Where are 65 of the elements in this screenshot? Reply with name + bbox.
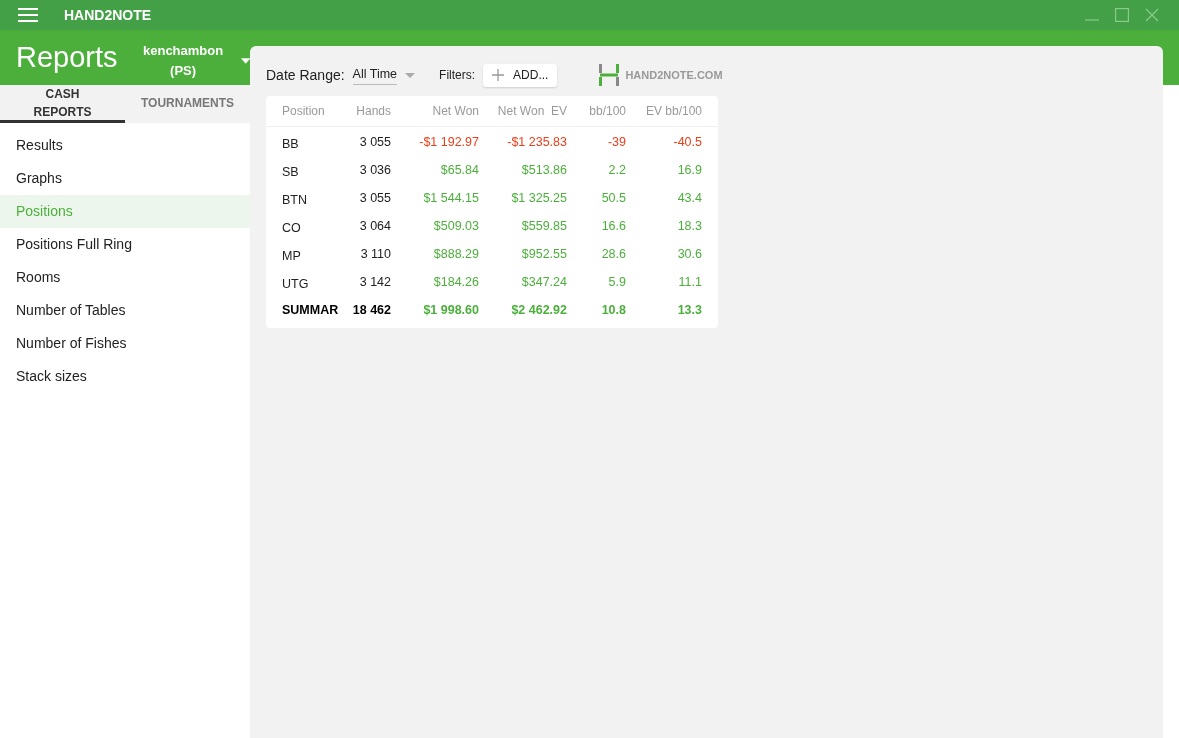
- table-cell-text: -39: [606, 133, 626, 151]
- sidebar-item[interactable]: Number of Tables: [0, 294, 250, 327]
- sidebar-item[interactable]: Results: [0, 129, 250, 162]
- table-cell-text: 18 462: [351, 301, 391, 319]
- table-cell-text: $888.29: [432, 245, 479, 263]
- table-cell-text: 43.4: [676, 189, 702, 207]
- table-cell-text: $1 998.60: [422, 301, 479, 319]
- table-cell-text: $513.86: [520, 161, 567, 179]
- maximize-icon[interactable]: [1115, 8, 1129, 22]
- table-cell-text: 2.2: [607, 161, 626, 179]
- table-cell-text: $347.24: [520, 273, 567, 291]
- caret-icon: [405, 72, 416, 78]
- table-cell-text: 3 064: [358, 217, 391, 235]
- table-cell-text: SB: [281, 163, 300, 181]
- tab[interactable]: CASH REPORTS: [0, 85, 125, 123]
- table-cell-text: UTG: [281, 275, 310, 293]
- table-cell-text: $65.84: [439, 161, 479, 179]
- filters-label: Filters:: [439, 67, 476, 84]
- table-cell-text: -$1 192.97: [418, 133, 479, 151]
- menu-icon[interactable]: [18, 8, 38, 22]
- table-cell-text: 3 110: [359, 245, 391, 263]
- date-range-dropdown[interactable]: All Time: [352, 65, 416, 85]
- table-cell-text: 13.3: [676, 301, 702, 319]
- table-cell-text: 3 142: [358, 273, 391, 291]
- table-cell-text: -40.5: [672, 133, 702, 151]
- table-cell-text: $2 462.92: [510, 301, 567, 319]
- table-cell-text: 16.9: [676, 161, 702, 179]
- table-cell-text: 3 055: [358, 133, 391, 151]
- table-cell-text: $559.85: [520, 217, 567, 235]
- add-filter-button[interactable]: ADD...: [483, 63, 558, 87]
- table-cell-text: BB: [281, 135, 300, 153]
- logo-text: HAND2NOTE.COM: [625, 67, 723, 83]
- sidebar-item[interactable]: Stack sizes: [0, 360, 250, 393]
- close-icon[interactable]: [1145, 8, 1159, 22]
- caret-icon: [240, 57, 250, 64]
- table-cell-text: $1 325.25: [510, 189, 567, 207]
- table-cell-text: 3 036: [358, 161, 391, 179]
- table-cell-text: 5.9: [607, 273, 626, 291]
- table-cell-text: 16.6: [600, 217, 626, 235]
- sidebar-item[interactable]: Graphs: [0, 162, 250, 195]
- tab[interactable]: TOURNAMENTS: [125, 85, 250, 123]
- date-range-label: Date Range:: [266, 65, 345, 85]
- table-cell-text: $1 544.15: [422, 189, 479, 207]
- table-cell-text: MP: [281, 247, 302, 265]
- table-cell-text: $509.03: [432, 217, 479, 235]
- sidebar-item[interactable]: Positions Full Ring: [0, 228, 250, 261]
- table-cell-text: SUMMAR: [281, 301, 340, 319]
- table-cell-text: 28.6: [600, 245, 626, 263]
- table-cell-text: 11.1: [677, 273, 702, 291]
- page-title: Reports: [16, 43, 118, 72]
- logo-icon: [599, 64, 620, 86]
- sidebar-item[interactable]: Number of Fishes: [0, 327, 250, 360]
- app-title: HAND2NOTE: [64, 5, 152, 25]
- table-cell-text: BTN: [281, 191, 308, 209]
- table-cell-text: 10.8: [600, 301, 626, 319]
- table-cell-text: -$1 235.83: [506, 133, 567, 151]
- table-cell-text: 18.3: [676, 217, 702, 235]
- sidebar-item[interactable]: Rooms: [0, 261, 250, 294]
- table-cell-text: 50.5: [600, 189, 626, 207]
- plus-icon: [492, 69, 505, 81]
- table-cell-text: CO: [281, 219, 302, 237]
- table-cell-text: $184.26: [432, 273, 479, 291]
- table-cell-text: 30.6: [676, 245, 702, 263]
- table-cell-text: 3 055: [358, 189, 391, 207]
- table-cell-text: $952.55: [520, 245, 567, 263]
